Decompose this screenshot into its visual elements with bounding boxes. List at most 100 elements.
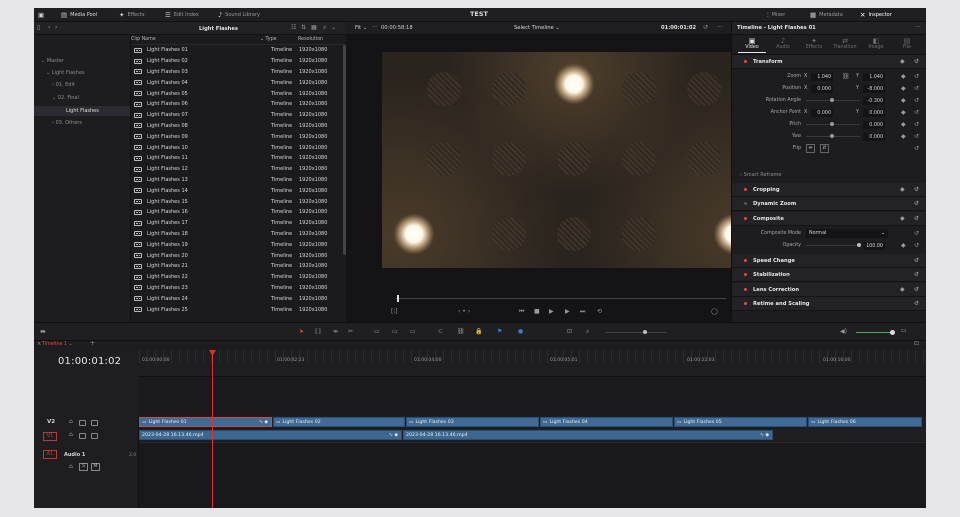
loop-playback-icon[interactable]: ⟲ xyxy=(597,309,602,315)
link-icon[interactable]: ⛓ xyxy=(842,74,850,80)
timeline-ruler[interactable]: 01:00:00:00 01:00:02:23 01:00:04:00 01:0… xyxy=(139,350,926,377)
section-composite[interactable]: Composite ◆ ↺ xyxy=(732,212,926,226)
enabled-dot[interactable] xyxy=(744,273,747,276)
clip-row[interactable]: Light Flashes 16 Timeline 1920x1080 xyxy=(131,207,343,218)
skip-start-icon[interactable]: ⏮ xyxy=(519,309,524,315)
anchor-y-field[interactable]: 0.000 xyxy=(863,109,885,117)
clip-row[interactable]: Light Flashes 07 Timeline 1920x1080 xyxy=(131,110,343,121)
rotation-slider-knob[interactable] xyxy=(830,98,834,102)
volume-knob[interactable] xyxy=(890,330,895,335)
timeline-zoom-knob[interactable] xyxy=(643,330,647,334)
reset-icon[interactable]: ↺ xyxy=(914,201,919,207)
yaw-field[interactable]: 0.000 xyxy=(863,133,885,141)
clip-row[interactable]: Light Flashes 04 Timeline 1920x1080 xyxy=(131,77,343,88)
reset-icon[interactable]: ↺ xyxy=(914,98,919,104)
inspector-button[interactable]: ✕ Inspector xyxy=(860,8,892,22)
clip-row[interactable]: Light Flashes 10 Timeline 1920x1080 xyxy=(131,142,343,153)
v2-clip[interactable]: ▭ Light Flashes 06 xyxy=(808,417,922,427)
lock-icon[interactable]: ⌂ xyxy=(69,419,73,425)
clip-row[interactable]: Light Flashes 06 Timeline 1920x1080 xyxy=(131,99,343,110)
enabled-dot[interactable] xyxy=(744,60,747,63)
v2-clip[interactable]: ▭ Light Flashes 05 xyxy=(674,417,807,427)
section-smart-reframe[interactable]: › Smart Reframe xyxy=(740,172,781,178)
keyframe-icon[interactable]: ◆ xyxy=(901,98,906,104)
timeline-tracks-area[interactable]: ▭ Light Flashes 01 ∿ ◆ ▭ Light Flashes 02 ▭ Li… xyxy=(139,377,926,508)
inspector-menu-icon[interactable]: ··· xyxy=(915,25,921,31)
section-stabilization[interactable]: Stabilization ↺ xyxy=(732,268,926,282)
keyframe-icon[interactable]: ◆ xyxy=(901,74,906,80)
tree-light-flashes-selected[interactable]: Light Flashes xyxy=(34,106,130,116)
marker-icon[interactable]: ● xyxy=(518,329,523,335)
flag-icon[interactable]: ⚑ xyxy=(497,329,502,335)
v1-clip[interactable]: 2023-04-28 16.13.46.mp4 ∿ ◆ xyxy=(403,430,773,440)
keyframe-icon[interactable]: ◆ xyxy=(901,86,906,92)
tab-effects[interactable]: ✦ Effects xyxy=(800,37,828,53)
metadata-button[interactable]: ▦ Metadata xyxy=(810,8,843,22)
reset-icon[interactable]: ↺ xyxy=(914,110,919,116)
tab-audio[interactable]: ♪ Audio xyxy=(769,37,797,53)
keyframe-icon[interactable]: ◆ xyxy=(901,243,906,249)
tab-video[interactable]: ▣ Video xyxy=(738,37,766,53)
sort-icon[interactable]: ⇅ xyxy=(301,25,306,31)
keyframe-icon[interactable]: ◆ xyxy=(900,287,905,293)
clip-row[interactable]: Light Flashes 20 Timeline 1920x1080 xyxy=(131,250,343,261)
timeline-select-dropdown[interactable]: Select Timeline ⌄ xyxy=(514,25,560,31)
volume-slider[interactable] xyxy=(856,332,894,333)
anchor-x-field[interactable]: 0.000 xyxy=(811,109,833,117)
grid-view-icon[interactable]: ▦ xyxy=(311,25,317,31)
volume-icon[interactable]: ◀) xyxy=(840,329,847,335)
layout-icon[interactable]: ▬ xyxy=(40,329,46,335)
tree-03-others[interactable]: › 03. Others xyxy=(52,120,82,126)
reset-icon[interactable]: ↺ xyxy=(914,301,919,307)
chevron-down-icon[interactable]: ⌄ xyxy=(331,25,336,31)
enabled-dot[interactable] xyxy=(744,217,747,220)
clip-row[interactable]: Light Flashes 01 Timeline 1920x1080 xyxy=(131,45,343,56)
zoom-detail-icon[interactable]: ⌕ xyxy=(586,329,589,335)
enabled-dot[interactable] xyxy=(744,288,747,291)
reset-icon[interactable]: ↺ xyxy=(914,231,919,237)
keyframe-icon[interactable]: ◆ xyxy=(901,122,906,128)
keyframe-icon[interactable]: ◆ xyxy=(901,110,906,116)
clip-row[interactable]: Light Flashes 13 Timeline 1920x1080 xyxy=(131,175,343,186)
clip-row[interactable]: Light Flashes 15 Timeline 1920x1080 xyxy=(131,196,343,207)
reset-icon[interactable]: ↺ xyxy=(914,187,919,193)
reset-icon[interactable]: ↺ xyxy=(914,258,919,264)
reset-icon[interactable]: ↺ xyxy=(914,122,919,128)
clip-row[interactable]: Light Flashes 14 Timeline 1920x1080 xyxy=(131,185,343,196)
pitch-field[interactable]: 0.000 xyxy=(863,121,885,129)
solo-button[interactable]: S xyxy=(79,463,88,471)
keyframe-icon[interactable]: ◆ xyxy=(900,59,905,65)
section-lens-correction[interactable]: Lens Correction ◆ ↺ xyxy=(732,283,926,297)
clip-row[interactable]: Light Flashes 05 Timeline 1920x1080 xyxy=(131,88,343,99)
sound-library-button[interactable]: ♪ Sound Library xyxy=(218,8,260,22)
zoom-x-field[interactable]: 1.040 xyxy=(811,73,833,81)
close-icon[interactable]: × xyxy=(37,342,41,347)
blade-tool-icon[interactable]: ✂ xyxy=(348,329,353,335)
position-y-field[interactable]: -8.000 xyxy=(863,85,885,93)
auto-select-icon[interactable] xyxy=(79,433,86,439)
tree-02-final[interactable]: ⌄ 02. Final xyxy=(52,95,79,101)
clip-row[interactable]: Light Flashes 11 Timeline 1920x1080 xyxy=(131,153,343,164)
clip-row[interactable]: Light Flashes 19 Timeline 1920x1080 xyxy=(131,239,343,250)
timeline-zoom-slider[interactable] xyxy=(606,332,666,333)
match-frame-icon[interactable]: ◯ xyxy=(711,309,718,315)
column-type[interactable]: ⌄ Type xyxy=(260,37,277,42)
lock-icon[interactable]: ⌂ xyxy=(69,432,73,438)
add-tab-icon[interactable]: + xyxy=(90,341,95,347)
rotation-field[interactable]: -0.300 xyxy=(863,97,885,105)
stop-icon[interactable]: ■ xyxy=(534,309,540,315)
more-options-icon[interactable]: ··· xyxy=(372,25,378,31)
track-v1-dest[interactable]: V1 xyxy=(43,432,57,441)
skip-end-icon[interactable]: ⏭ xyxy=(580,309,585,315)
opacity-slider-knob[interactable] xyxy=(857,243,861,247)
section-retime[interactable]: Retime and Scaling ↺ xyxy=(732,297,926,311)
reset-icon[interactable]: ↺ xyxy=(914,59,919,65)
reset-icon[interactable]: ↺ xyxy=(914,74,919,80)
tab-file[interactable]: ▤ File xyxy=(893,37,921,53)
v2-clip[interactable]: ▭ Light Flashes 04 xyxy=(540,417,673,427)
media-pool-button[interactable]: ▤ Media Pool xyxy=(61,8,97,22)
overwrite-clip-icon[interactable]: ▭ xyxy=(392,329,398,335)
clip-row[interactable]: Light Flashes 12 Timeline 1920x1080 xyxy=(131,164,343,175)
reset-icon[interactable]: ↺ xyxy=(914,287,919,293)
clip-row[interactable]: Light Flashes 09 Timeline 1920x1080 xyxy=(131,131,343,142)
